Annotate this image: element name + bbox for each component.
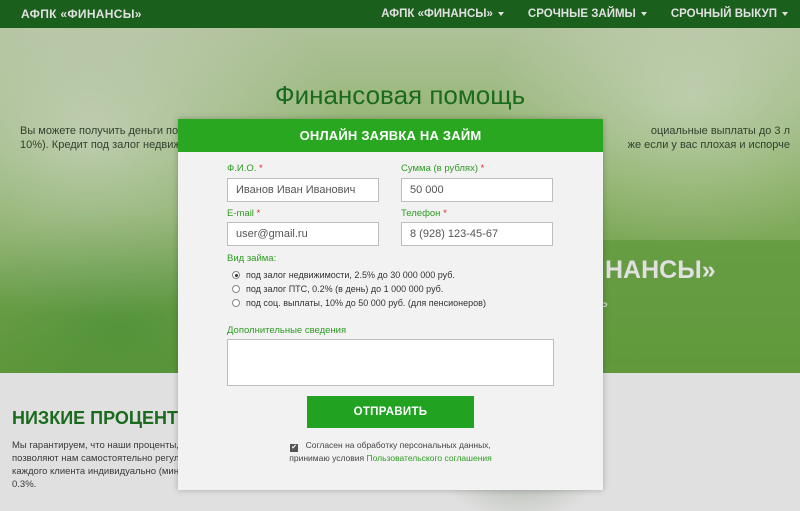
phone-field[interactable]: 8 (928) 123-45-67 — [401, 222, 553, 246]
required-mark: * — [443, 208, 447, 219]
consent-text: принимаю условия — [289, 453, 365, 463]
consent-block: ✔ Согласен на обработку персональных дан… — [178, 439, 603, 464]
amount-label: Сумма (в рублях) * — [401, 163, 484, 174]
required-mark: * — [480, 163, 485, 174]
radio-button[interactable] — [232, 285, 240, 293]
loan-application-modal: ОНЛАЙН ЗАЯВКА НА ЗАЙМ Ф.И.О. * Иванов Ив… — [178, 119, 603, 490]
loan-option-realty[interactable]: под залог недвижимости, 2.5% до 30 000 0… — [232, 270, 455, 280]
loan-option-pts[interactable]: под залог ПТС, 0.2% (в день) до 1 000 00… — [232, 284, 443, 294]
modal-header: ОНЛАЙН ЗАЯВКА НА ЗАЙМ — [178, 119, 603, 152]
loan-type-label: Вид займа: — [227, 253, 277, 264]
loan-option-label: под соц. выплаты, 10% до 50 000 руб. (дл… — [246, 298, 486, 308]
phone-label-text: Телефон — [401, 208, 441, 219]
user-agreement-link[interactable]: Пользовательского соглашения — [367, 453, 492, 463]
consent-checkbox[interactable]: ✔ — [290, 444, 299, 452]
email-label-text: E-mail — [227, 208, 254, 219]
email-field[interactable]: user@gmail.ru — [227, 222, 379, 246]
required-mark: * — [259, 163, 263, 174]
amount-field[interactable]: 50 000 — [401, 178, 553, 202]
loan-option-label: под залог ПТС, 0.2% (в день) до 1 000 00… — [246, 284, 444, 294]
name-label: Ф.И.О. * — [227, 163, 263, 174]
modal-title: ОНЛАЙН ЗАЯВКА НА ЗАЙМ — [299, 128, 482, 143]
phone-label: Телефон * — [401, 208, 447, 219]
amount-label-text: Сумма (в рублях) — [401, 163, 478, 174]
extra-info-label: Дополнительные сведения — [227, 325, 347, 336]
radio-button[interactable] — [232, 299, 240, 307]
loan-option-label: под залог недвижимости, 2.5% до 30 000 0… — [246, 270, 455, 280]
name-label-text: Ф.И.О. — [227, 163, 257, 174]
submit-button[interactable]: ОТПРАВИТЬ — [307, 396, 474, 428]
radio-button[interactable] — [232, 271, 240, 279]
consent-text: Согласен на обработку персональных данны… — [305, 440, 491, 450]
required-mark: * — [256, 208, 261, 219]
full-name-field[interactable]: Иванов Иван Иванович — [227, 178, 379, 202]
loan-option-social[interactable]: под соц. выплаты, 10% до 50 000 руб. (дл… — [232, 298, 486, 308]
extra-info-textarea[interactable] — [227, 339, 554, 386]
email-label: E-mail * — [227, 208, 260, 219]
